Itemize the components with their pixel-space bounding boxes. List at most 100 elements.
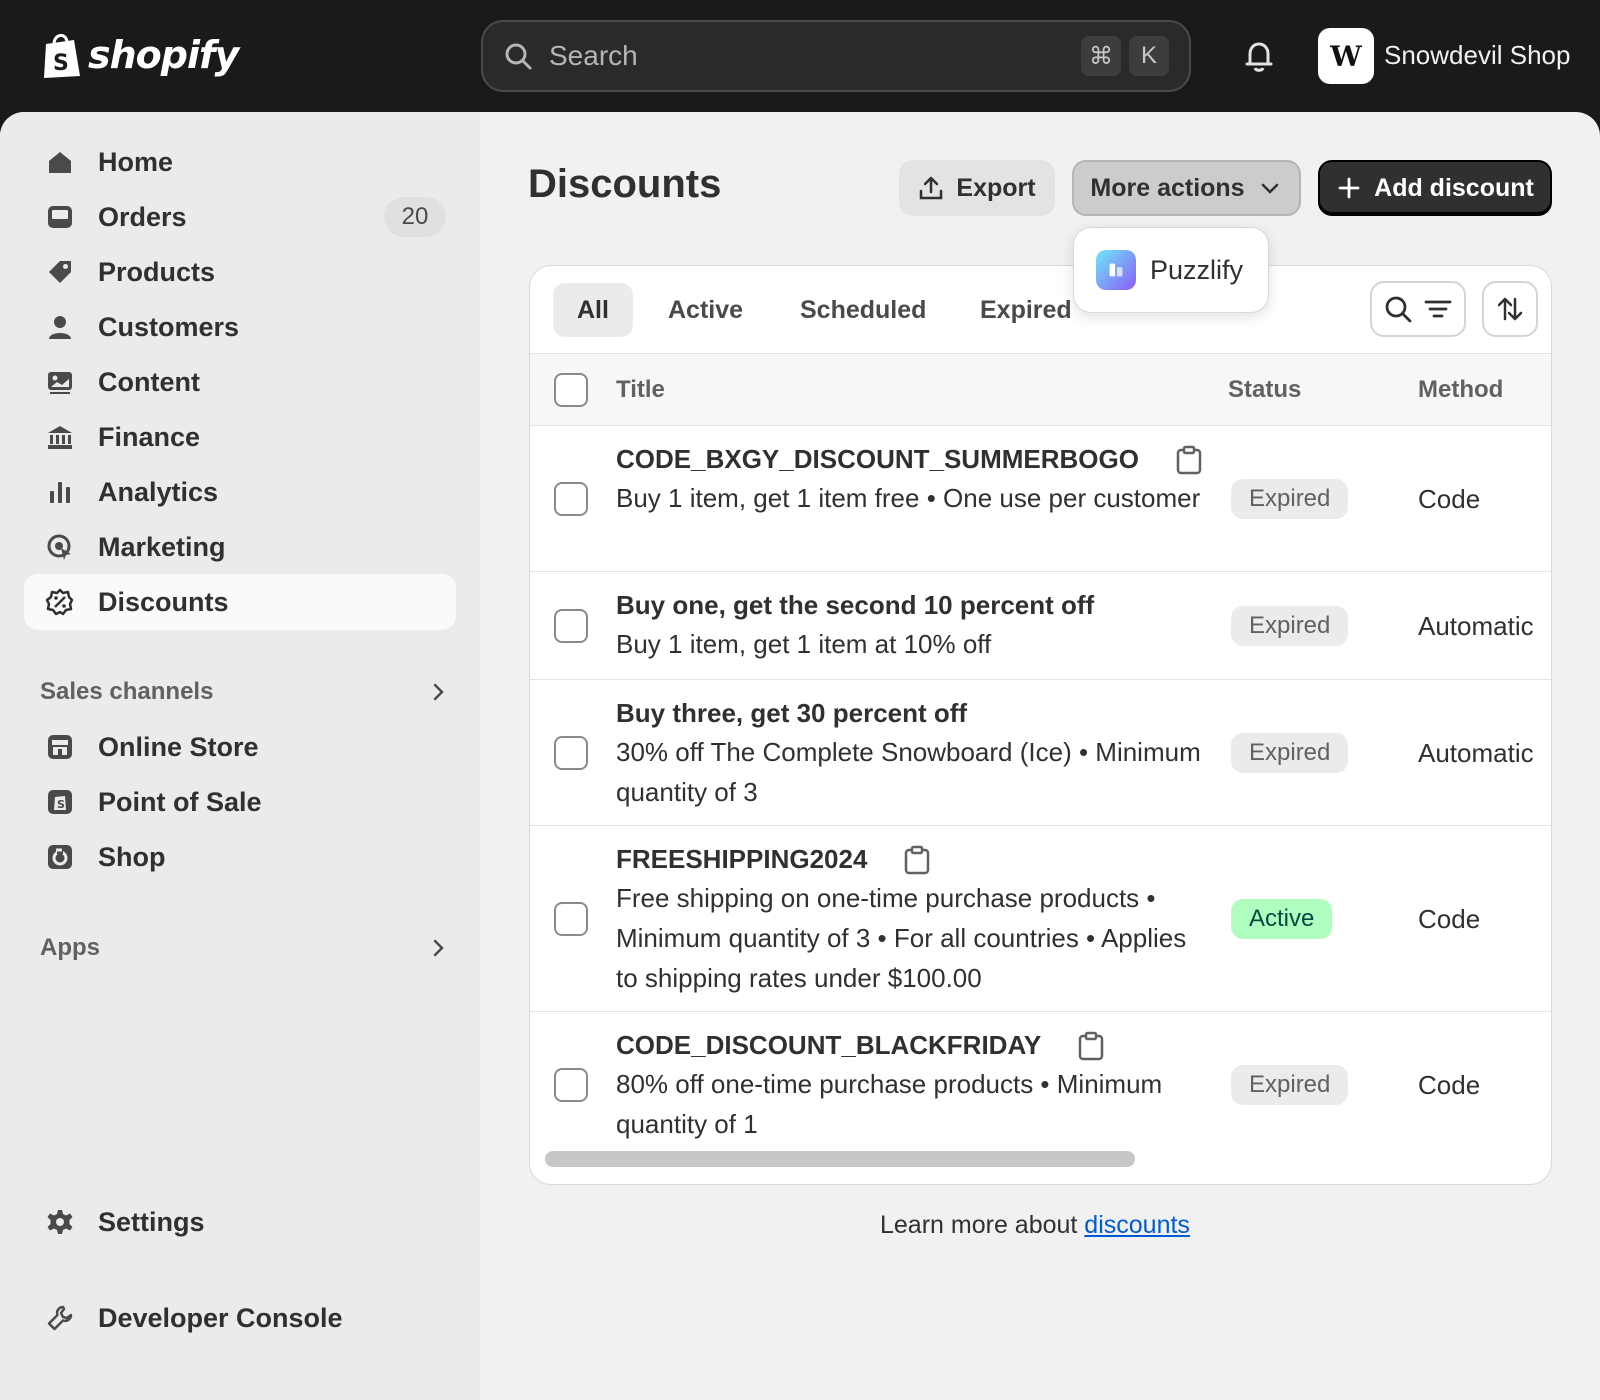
top-bar: S shopify Search ⌘ K W Snowdevil Shop [0,0,1600,112]
shortcut-cmd-key: ⌘ [1081,36,1121,76]
discounts-help-link[interactable]: discounts [1084,1211,1190,1239]
horizontal-scrollbar[interactable] [545,1151,1135,1167]
apps-label: Apps [40,934,100,961]
table-row[interactable]: Buy three, get 30 percent off 30% off Th… [530,680,1551,826]
sidebar-item-label: Marketing [98,531,226,562]
discount-description: Free shipping on one-time purchase produ… [616,883,1187,993]
sidebar-item-label: Home [98,146,174,177]
search-bar[interactable]: Search ⌘ K [481,20,1191,92]
sidebar-item-label: Customers [98,311,240,342]
table-row[interactable]: FREESHIPPING2024 Free shipping on one-ti… [530,826,1551,1012]
sales-channels-header[interactable]: Sales channels [40,672,450,712]
table-row[interactable]: CODE_BXGY_DISCOUNT_SUMMERBOGO Buy 1 item… [530,426,1551,572]
row-checkbox[interactable] [554,482,588,516]
table-row[interactable]: CODE_DISCOUNT_BLACKFRIDAY 80% off one-ti… [530,1012,1551,1158]
table-row[interactable]: Buy one, get the second 10 percent off B… [530,572,1551,680]
bell-icon[interactable] [1241,38,1277,74]
search-filter-button[interactable] [1370,281,1466,337]
discount-description: Buy 1 item, get 1 item free • One use pe… [616,483,1201,513]
shop-name[interactable]: Snowdevil Shop [1384,40,1570,71]
more-actions-button[interactable]: More actions [1072,160,1301,216]
sidebar-item-point-of-sale[interactable]: S Point of Sale [24,774,456,830]
discount-description: Buy 1 item, get 1 item at 10% off [616,629,992,659]
discount-title-text: Buy one, get the second 10 percent off [616,590,1095,620]
sort-button[interactable] [1482,281,1538,337]
discounts-table-card: All Active Scheduled Expired Title Statu… [529,265,1552,1185]
sidebar-item-marketing[interactable]: Marketing [24,519,456,575]
row-checkbox[interactable] [554,902,588,936]
pos-icon: S [44,786,76,818]
sidebar-item-customers[interactable]: Customers [24,299,456,355]
clipboard-icon[interactable] [903,845,931,875]
sidebar-item-finance[interactable]: Finance [24,409,456,465]
target-icon [44,531,76,563]
sidebar-item-settings[interactable]: Settings [24,1194,456,1250]
shop-icon [44,841,76,873]
inbox-icon [44,201,76,233]
sidebar-item-analytics[interactable]: Analytics [24,464,456,520]
chevron-down-icon [1261,183,1278,194]
search-icon [505,43,532,70]
discount-method: Code [1418,904,1481,934]
learn-more-prefix: Learn more about [880,1211,1085,1239]
export-button[interactable]: Export [899,160,1055,216]
select-all-checkbox[interactable] [554,373,588,407]
column-status: Status [1228,376,1302,403]
sidebar-item-label: Discounts [98,586,229,617]
chevron-right-icon [433,939,444,957]
status-badge: Expired [1231,733,1349,773]
status-badge: Expired [1231,479,1349,519]
discount-method: Code [1418,1070,1481,1100]
clipboard-icon[interactable] [1077,1031,1105,1061]
sidebar-item-shop[interactable]: Shop [24,829,456,885]
clipboard-icon[interactable] [1175,445,1203,475]
sidebar-item-label: Settings [98,1206,205,1237]
column-method: Method [1418,376,1504,403]
puzzlify-app-icon [1096,250,1136,290]
wrench-icon [44,1302,76,1334]
apps-header[interactable]: Apps [40,928,450,968]
tab-all[interactable]: All [553,283,633,337]
person-icon [44,311,76,343]
sidebar-item-home[interactable]: Home [24,134,456,190]
table-header: Title Status Method [530,354,1551,426]
sidebar-item-label: Content [98,366,200,397]
bar-chart-icon [44,476,76,508]
sales-channels-label: Sales channels [40,678,214,705]
brand-name: shopify [88,33,239,77]
sidebar-item-orders[interactable]: Orders 20 [24,189,456,245]
sidebar-item-label: Orders [98,201,187,232]
sidebar-item-content[interactable]: Content [24,354,456,410]
sidebar-item-label: Finance [98,421,201,452]
search-input[interactable]: Search [549,40,1073,72]
admin-frame: Home Orders 20 Products Customers Conten… [0,112,1600,1400]
row-checkbox[interactable] [554,609,588,643]
row-checkbox[interactable] [554,736,588,770]
sort-icon [1497,297,1523,321]
add-discount-button[interactable]: Add discount [1318,160,1552,216]
gear-icon [44,1206,76,1238]
sidebar-item-products[interactable]: Products [24,244,456,300]
discount-title-text: CODE_BXGY_DISCOUNT_SUMMERBOGO [616,444,1139,474]
discount-method: Code [1418,484,1481,514]
status-badge: Active [1231,899,1333,939]
sidebar-item-developer-console[interactable]: Developer Console [24,1290,456,1346]
search-icon [1385,296,1412,323]
discount-title: CODE_BXGY_DISCOUNT_SUMMERBOGO [616,444,1203,475]
popover-item-puzzlify[interactable]: Puzzlify [1150,255,1243,286]
shopify-logo[interactable]: S shopify [40,30,239,80]
row-checkbox[interactable] [554,1068,588,1102]
discount-title-text: FREESHIPPING2024 [616,844,868,874]
shop-avatar[interactable]: W [1318,28,1374,84]
discount-description: 30% off The Complete Snowboard (Ice) • M… [616,737,1201,807]
discount-description: 80% off one-time purchase products • Min… [616,1069,1163,1139]
more-actions-popover: Puzzlify [1073,227,1269,313]
tag-icon [44,256,76,288]
discount-title-text: CODE_DISCOUNT_BLACKFRIDAY [616,1030,1042,1060]
sidebar-item-discounts[interactable]: Discounts [24,574,456,630]
sidebar-item-online-store[interactable]: Online Store [24,719,456,775]
chevron-right-icon [433,683,444,701]
tab-scheduled[interactable]: Scheduled [776,283,950,337]
tab-active[interactable]: Active [644,283,767,337]
discount-title: Buy three, get 30 percent off [616,698,967,729]
